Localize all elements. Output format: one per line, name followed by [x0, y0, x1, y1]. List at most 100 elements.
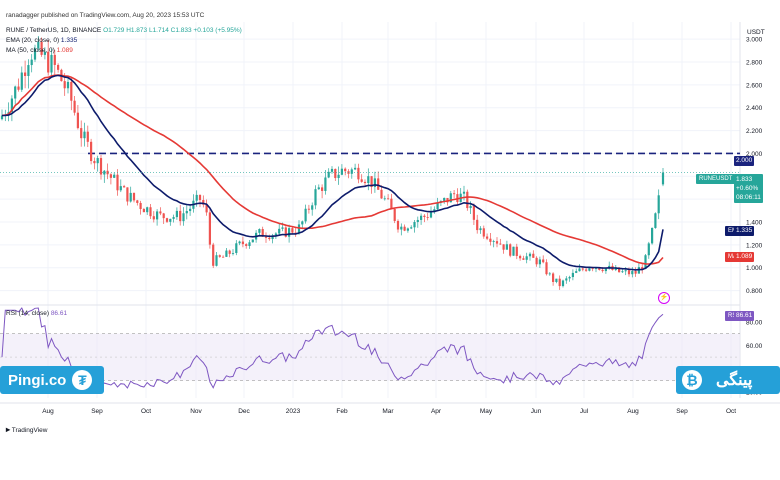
ma-legend: MA (50, close, 0) 1.089: [6, 47, 73, 54]
tradingview-logo: ▸ TradingView: [6, 425, 48, 434]
candle-body: [179, 210, 182, 222]
candle-body: [403, 226, 406, 231]
candle-body: [505, 244, 508, 250]
candle-body: [159, 211, 162, 214]
time-tick-label: Dec: [238, 408, 250, 415]
candle-body: [426, 217, 429, 218]
candle-body: [499, 243, 502, 245]
candle-body: [330, 168, 334, 172]
candle-body: [647, 243, 650, 256]
candle-body: [495, 241, 499, 244]
current-price: 1.833: [736, 176, 753, 183]
candle-body: [542, 259, 545, 263]
price-tick-label: 2.400: [746, 105, 763, 112]
candle-body: [156, 211, 159, 220]
candle-body: [624, 270, 627, 272]
rsi-group: [0, 307, 740, 389]
candle-body: [66, 81, 70, 89]
candle-body: [215, 255, 218, 266]
candle-body: [14, 86, 17, 99]
time-tick-label: Oct: [726, 408, 736, 415]
candle-body: [185, 211, 188, 214]
candle-body: [383, 198, 386, 200]
candle-body: [453, 193, 456, 195]
current-symbol-tag: RUNEUSDT: [696, 174, 736, 184]
candle-body: [571, 272, 574, 278]
candle-body: [443, 197, 446, 201]
candle-body: [268, 237, 271, 240]
candle-body: [195, 194, 198, 201]
ema-legend-label: EMA (20, close, 0): [6, 37, 60, 44]
candle-body: [50, 54, 53, 73]
time-tick-label: Oct: [141, 408, 151, 415]
time-tick-label: Sep: [91, 408, 103, 415]
symbol-legend: RUNE / TetherUS, 1D, BINANCE O1.729 H1.8…: [6, 27, 242, 34]
candle-body: [357, 167, 360, 180]
candle-body: [258, 229, 261, 233]
candle-body: [189, 208, 192, 212]
candle-body: [634, 271, 637, 274]
candle-body: [73, 100, 76, 113]
ema-tag: 1.335: [734, 226, 755, 236]
price-tick-label: 1.200: [746, 242, 763, 249]
brand-right-text: پینگی: [716, 372, 753, 389]
current-change: +0.60%: [736, 185, 759, 192]
time-tick-label: Feb: [336, 408, 348, 415]
time-tick-label: Sep: [676, 408, 688, 415]
time-tick-label: Aug: [627, 408, 639, 415]
candle-body: [476, 219, 479, 231]
price-tick-label: 2.200: [746, 128, 763, 135]
candle-body: [80, 128, 83, 139]
candle-body: [96, 158, 99, 164]
candle-body: [90, 141, 93, 162]
candle-body: [354, 167, 357, 170]
ema-legend-value: 1.335: [60, 37, 78, 44]
tradingview-text: TradingView: [11, 427, 48, 434]
candle-body: [568, 277, 571, 279]
price-tick-label: 0.800: [746, 288, 763, 295]
candle-body: [208, 212, 211, 245]
candle-body: [63, 81, 66, 89]
candle-body: [482, 228, 485, 237]
ma-legend-value: 1.089: [56, 47, 73, 54]
candle-body: [532, 253, 535, 258]
rsi-legend: RSI (14, close) 86.61: [6, 310, 67, 317]
candle-body: [30, 59, 33, 66]
current-price-tag: 1.833 +0.60% 08:06:11: [734, 174, 763, 203]
chart-canvas: 3.0002.8002.6002.4002.2002.0001.8001.600…: [0, 22, 780, 415]
candle-body: [165, 218, 169, 222]
candle-body: [578, 268, 581, 272]
candle-body: [238, 241, 241, 244]
candle-body: [420, 215, 423, 220]
candle-body: [479, 228, 482, 231]
candle-body: [116, 174, 119, 191]
candle-body: [413, 222, 416, 228]
candle-body: [492, 241, 495, 242]
candle-body: [235, 243, 238, 254]
candle-body: [251, 239, 254, 243]
candle-body: [575, 271, 578, 273]
candle-body: [175, 210, 178, 218]
ma-legend-label: MA (50, close, 0): [6, 47, 55, 54]
price-tick-label: 3.000: [746, 37, 763, 44]
rsi-legend-label: RSI (14, close): [6, 310, 49, 317]
candle-body: [53, 54, 56, 65]
tether-icon: ₮: [72, 370, 93, 390]
candle-body: [337, 174, 340, 179]
candle-body: [588, 268, 591, 271]
candle-body: [561, 280, 565, 287]
time-tick-label: May: [480, 408, 493, 415]
candle-body: [162, 213, 165, 219]
candle-body: [396, 220, 400, 230]
candle-body: [278, 228, 281, 234]
time-tick-label: Nov: [190, 408, 202, 415]
candle-body: [363, 181, 367, 184]
candle-body: [304, 208, 307, 222]
currency-label: USDT: [747, 29, 765, 36]
candle-body: [241, 241, 244, 245]
candle-body: [93, 161, 96, 164]
candle-body: [565, 278, 568, 281]
candle-body: [129, 192, 132, 202]
candle-body: [83, 131, 86, 139]
symbol-line: RUNE / TetherUS, 1D, BINANCE: [6, 27, 102, 34]
